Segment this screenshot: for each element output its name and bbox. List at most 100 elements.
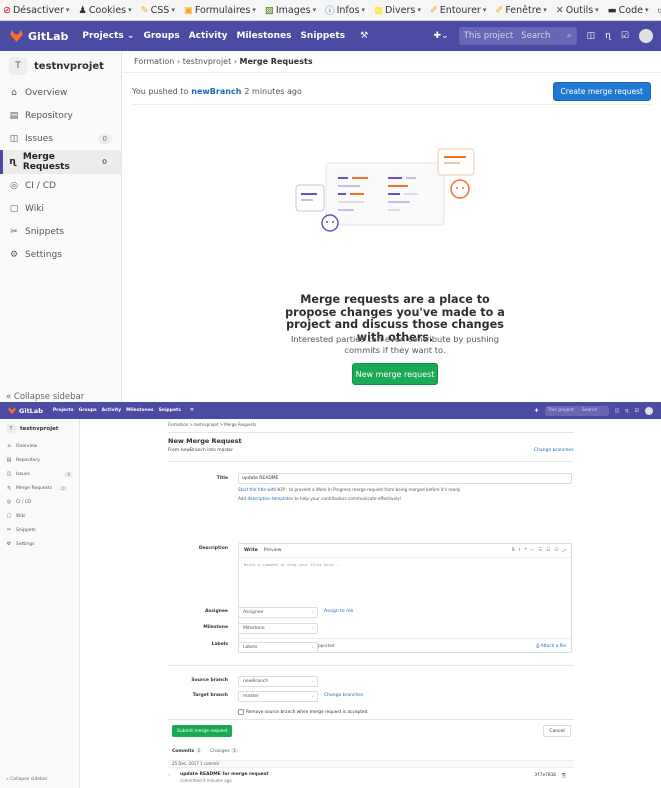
breadcrumb-current[interactable]: Merge Requests: [240, 57, 313, 66]
wrench-icon[interactable]: ⚒: [190, 408, 194, 413]
breadcrumb-project[interactable]: testnvprojet: [183, 57, 232, 66]
search-scope[interactable]: This project: [548, 408, 574, 413]
assign-to-me-link[interactable]: Assign to me: [324, 609, 353, 614]
tab-changes[interactable]: Changes 1: [210, 748, 238, 754]
fullscreen-icon[interactable]: ⤢: [562, 548, 566, 554]
user-avatar[interactable]: [639, 29, 653, 43]
italic-icon[interactable]: I: [519, 548, 520, 554]
merge-request-icon[interactable]: ɳ: [625, 408, 628, 414]
labels-select[interactable]: Labels ⌄: [238, 642, 318, 653]
nav-activity[interactable]: Activity: [102, 408, 121, 413]
nav-activity[interactable]: Activity: [189, 31, 228, 41]
push-branch-link[interactable]: newBranch: [191, 87, 241, 96]
nav-groups[interactable]: Groups: [79, 408, 97, 413]
tab-commits[interactable]: Commits 1: [172, 748, 203, 754]
submit-merge-request-button[interactable]: Submit merge request: [172, 725, 233, 737]
code-icon[interactable]: ‹›: [531, 548, 535, 554]
description-textarea[interactable]: Write a comment or drag your files here.…: [239, 558, 571, 571]
sidebar-item-snippets[interactable]: ✂ Snippets: [0, 220, 121, 243]
gitlab-logo[interactable]: GitLab: [10, 30, 68, 43]
toolbar-menu-10[interactable]: ▬ Code ▾: [608, 5, 649, 16]
user-avatar[interactable]: [645, 406, 653, 415]
nav-snippets[interactable]: Snippets: [300, 31, 345, 41]
toolbar-menu-4[interactable]: ▨ Images ▾: [265, 5, 316, 16]
assignee-select[interactable]: Assignee ⌄: [238, 607, 318, 618]
attach-file-button[interactable]: ⎙ Attach a file: [536, 643, 566, 648]
wip-hint-link[interactable]: Start the title with: [238, 487, 276, 492]
create-merge-request-button[interactable]: Create merge request: [552, 82, 651, 101]
sidebar-item-repository[interactable]: ▤ Repository: [0, 104, 121, 127]
tools-icon: ✕: [555, 4, 564, 16]
tab-preview[interactable]: Preview: [264, 548, 282, 553]
issues-icon[interactable]: ◫: [615, 408, 620, 414]
project-header[interactable]: Ttestnvprojet: [0, 51, 121, 81]
search-scope[interactable]: This project: [464, 31, 514, 41]
sidebar-item-settings[interactable]: ⚙ Settings: [0, 243, 121, 266]
merge-request-icon[interactable]: ɳ: [605, 31, 611, 41]
toolbar-menu-8[interactable]: ✐ Fenêtre ▾: [495, 5, 546, 16]
nav-snippets[interactable]: Snippets: [159, 408, 181, 413]
project-header[interactable]: Ttestnvprojet: [0, 419, 79, 439]
sidebar-item-ci-cd[interactable]: ◎ CI / CD: [0, 174, 121, 197]
target-branch-select[interactable]: master ⌄: [238, 691, 318, 702]
commit-title[interactable]: update README for merge request: [180, 772, 269, 777]
wrench-icon[interactable]: ⚒: [360, 31, 368, 41]
bold-icon[interactable]: B: [512, 548, 515, 554]
sidebar-item-repository[interactable]: ▤ Repository: [0, 453, 79, 467]
collapse-sidebar-button[interactable]: « Collapse sidebar: [6, 777, 47, 782]
change-branches-link[interactable]: Change branches: [534, 448, 573, 453]
toolbar-menu-3[interactable]: ▣ Formulaires ▾: [184, 5, 256, 16]
toolbar-menu-6[interactable]: ▦ Divers ▾: [374, 5, 421, 16]
milestone-select[interactable]: Milestone ⌄: [238, 623, 318, 634]
breadcrumb[interactable]: Formation > testnvprojet > Merge Request…: [168, 422, 256, 427]
list-icon[interactable]: ☰: [538, 548, 542, 554]
sidebar-item-merge-requests[interactable]: ɳ Merge Requests 0: [0, 150, 121, 174]
cancel-button[interactable]: Cancel: [543, 725, 571, 737]
toolbar-menu-9[interactable]: ✕ Outils ▾: [556, 5, 599, 16]
copy-icon[interactable]: ⎘: [562, 773, 566, 779]
nav-milestones[interactable]: Milestones: [126, 408, 153, 413]
toolbar-menu-7[interactable]: ✐ Entourer ▾: [430, 5, 487, 16]
source-branch-select[interactable]: newBranch ⌄: [238, 676, 318, 687]
toolbar-menu-1[interactable]: ♟ Cookies ▾: [78, 5, 131, 16]
todo-icon[interactable]: ☑: [635, 408, 639, 414]
collapse-sidebar-button[interactable]: « Collapse sidebar: [6, 392, 84, 402]
change-branches-link-2[interactable]: Change branches: [324, 693, 363, 698]
sidebar-item-issues[interactable]: ◫ Issues 0: [0, 127, 121, 150]
breadcrumb-group[interactable]: Formation: [134, 57, 174, 66]
toolbar-menu-11[interactable]: ▭Options▾: [658, 5, 661, 16]
sidebar-item-ci-cd[interactable]: ◎ CI / CD: [0, 495, 79, 509]
gitlab-logo[interactable]: GitLab: [8, 407, 43, 415]
toolbar-menu-2[interactable]: ✎ CSS ▾: [141, 5, 175, 16]
nav-projects[interactable]: Projects ⌄: [82, 31, 134, 41]
search-input[interactable]: This project Search ⌕: [458, 27, 577, 45]
sidebar-item-merge-requests[interactable]: ɳ Merge Requests 0: [0, 481, 79, 495]
plus-icon[interactable]: ✚: [534, 408, 538, 414]
title-input[interactable]: update README: [238, 473, 572, 484]
commit-sha[interactable]: 3f7e7816: [534, 773, 556, 778]
toolbar-menu-0[interactable]: ⊘ Désactiver ▾: [3, 5, 69, 16]
nav-projects[interactable]: Projects: [53, 408, 74, 413]
nav-groups[interactable]: Groups: [143, 31, 179, 41]
numbered-list-icon[interactable]: ☷: [546, 548, 550, 554]
sidebar-item-snippets[interactable]: ✂ Snippets: [0, 523, 79, 537]
sidebar-item-wiki[interactable]: ▢ Wiki: [0, 197, 121, 220]
issues-icon[interactable]: ◫: [587, 31, 596, 41]
sidebar-item-issues[interactable]: ◫ Issues 0: [0, 467, 79, 481]
sidebar-item-overview[interactable]: ⌂ Overview: [0, 81, 121, 104]
quote-icon[interactable]: ❝: [524, 548, 526, 554]
sidebar-item-settings[interactable]: ⚙ Settings: [0, 537, 79, 551]
new-merge-request-button[interactable]: New merge request: [352, 363, 438, 385]
nav-milestones[interactable]: Milestones: [237, 31, 292, 41]
remove-source-branch-checkbox[interactable]: Remove source branch when merge request …: [238, 709, 369, 715]
search-input[interactable]: This project Search: [544, 405, 609, 416]
todo-icon[interactable]: ☑: [621, 31, 629, 41]
checkbox-box[interactable]: [238, 709, 244, 715]
sidebar-item-wiki[interactable]: ▢ Wiki: [0, 509, 79, 523]
sidebar-item-overview[interactable]: ⌂ Overview: [0, 439, 79, 453]
description-templates-link[interactable]: description templates: [247, 496, 293, 501]
checklist-icon[interactable]: ☑: [554, 548, 558, 554]
toolbar-menu-5[interactable]: ⓘ Infos ▾: [325, 3, 365, 18]
tab-write[interactable]: Write: [244, 548, 258, 553]
plus-icon[interactable]: ✚⌄: [434, 31, 449, 41]
